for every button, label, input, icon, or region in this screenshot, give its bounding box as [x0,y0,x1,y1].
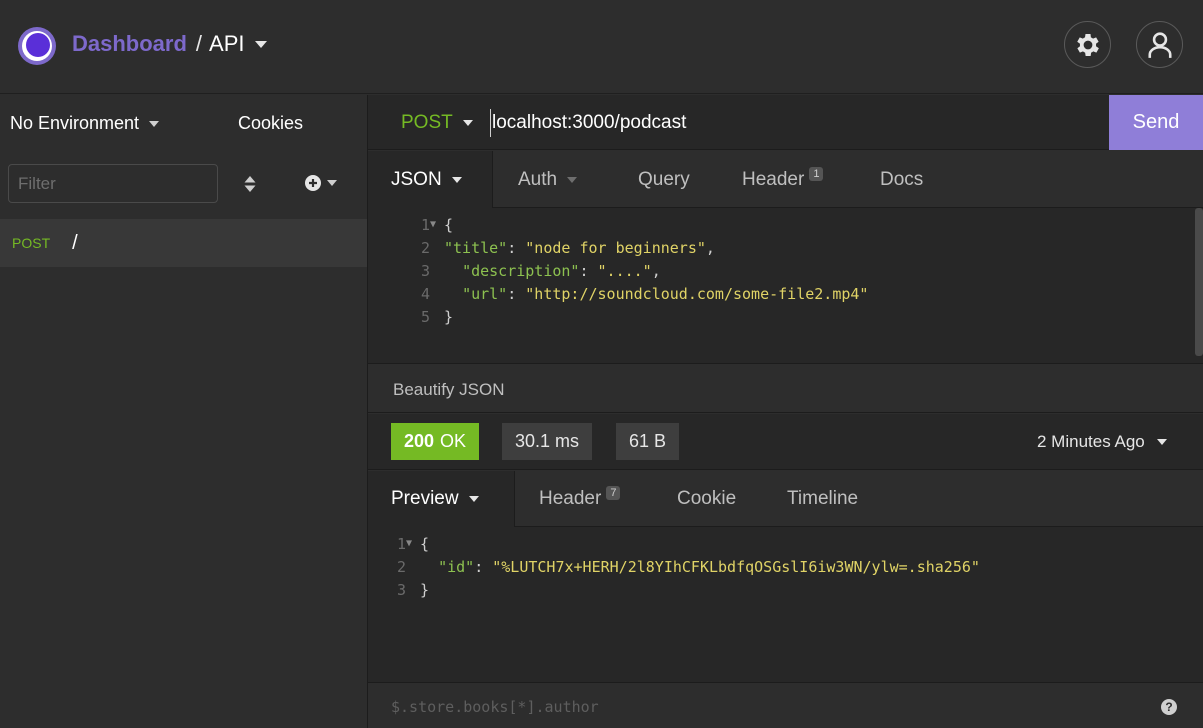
chevron-down-icon [462,120,473,126]
breadcrumb: Dashboard / API [72,31,267,57]
plus-circle-icon [305,175,321,191]
response-filter-bar: ? [368,682,1203,728]
send-button[interactable]: Send [1109,95,1203,150]
fold-arrow-icon[interactable]: ▼ [430,216,444,238]
breadcrumb-separator: / [195,31,203,56]
request-body-editor[interactable]: 1 ▼{ 2 "title": "node for beginners", 3 "… [368,208,1203,364]
editor-toolbar: Beautify JSON [368,365,1203,413]
tab-label: Header [539,488,602,509]
breadcrumb-workspace[interactable]: API [209,31,244,57]
tab-label: Preview [391,488,459,509]
add-request-button[interactable] [305,175,337,191]
account-button[interactable] [1136,21,1183,68]
chevron-down-icon [1156,439,1167,445]
tab-json[interactable]: JSON [368,151,493,208]
top-bar: Dashboard / API [0,0,1203,94]
logo-icon[interactable] [18,27,56,65]
response-time-badge: 30.1 ms [502,423,593,460]
code-line: 4 "url": "http://soundcloud.com/some-fil… [420,285,869,303]
code-line: 1 ▼{ [368,216,453,238]
sidebar: No Environment Cookies POST / [0,95,367,728]
tab-timeline[interactable]: Timeline [787,471,858,527]
code-line: 2 "id": "%LUTCH7x+HERH/2l8YIhCFKLbdfqOSG… [396,558,980,576]
code-line: 1 ▼{ [368,535,429,557]
sort-icon [244,176,256,192]
tab-label: Cookie [677,488,737,509]
chevron-down-icon[interactable] [254,40,267,48]
url-input[interactable] [490,109,1090,137]
code-line: 5 } [420,308,454,326]
response-body-viewer: 1 ▼{ 2 "id": "%LUTCH7x+HERH/2l8YIhCFKLbdf… [368,527,1203,682]
tab-label: Docs [880,168,924,190]
chevron-down-icon [567,176,578,183]
header-count-badge: 1 [809,166,824,181]
response-size-badge: 61 B [616,423,680,460]
chevron-down-icon [149,120,160,127]
history-label: 2 Minutes Ago [1037,432,1145,451]
environment-select[interactable]: No Environment [10,113,160,134]
sidebar-filter-input[interactable] [8,164,218,203]
cookies-button[interactable]: Cookies [238,113,303,134]
code-line: 3 "description": "....", [420,262,661,280]
request-method-label: POST [12,235,51,251]
request-tabs: JSON Auth Query Header 1 Docs [368,151,1203,208]
chevron-down-icon [451,176,462,183]
user-icon [1147,31,1172,58]
response-filter-input[interactable] [391,695,1091,719]
tab-label: Header [742,168,805,190]
tab-auth[interactable]: Auth [518,151,578,208]
help-icon[interactable]: ? [1161,699,1177,715]
breadcrumb-dashboard[interactable]: Dashboard [72,31,187,57]
url-bar: POST Send [368,95,1203,150]
beautify-json-button[interactable]: Beautify JSON [393,380,505,400]
method-select[interactable]: POST [401,112,473,134]
fold-arrow-icon[interactable]: ▼ [406,535,420,557]
code-line: 3 } [396,581,430,599]
tab-header[interactable]: Header 1 [742,151,824,208]
tab-response-header[interactable]: Header 7 [539,471,621,527]
response-status-bar: 200 OK 30.1 ms 61 B 2 Minutes Ago [368,414,1203,470]
environment-label: No Environment [10,113,140,133]
status-text: OK [440,431,467,451]
code-line: 2 "title": "node for beginners", [420,239,715,257]
status-code: 200 [404,431,435,451]
response-tabs: Preview Header 7 Cookie Timeline [368,471,1203,527]
tab-label: JSON [391,168,442,190]
tab-query[interactable]: Query [638,151,690,208]
status-badge: 200 OK [391,423,480,460]
chevron-down-icon [468,496,479,502]
request-name: / [72,231,78,254]
tab-docs[interactable]: Docs [880,151,923,208]
tab-cookie[interactable]: Cookie [677,471,736,527]
method-label: POST [401,112,453,133]
settings-button[interactable] [1064,21,1111,68]
tab-label: Auth [518,168,558,190]
environment-row: No Environment Cookies [0,95,367,151]
sort-button[interactable] [243,175,257,193]
tab-label: Query [638,168,690,190]
header-count-badge: 7 [606,486,621,500]
sidebar-request-item[interactable]: POST / [0,219,367,267]
chevron-down-icon [327,180,337,186]
tab-label: Timeline [787,488,859,509]
gear-icon [1076,33,1099,56]
editor-scrollbar[interactable] [1195,208,1203,356]
tab-preview[interactable]: Preview [368,471,515,527]
response-history-dropdown[interactable]: 2 Minutes Ago [1037,432,1167,452]
